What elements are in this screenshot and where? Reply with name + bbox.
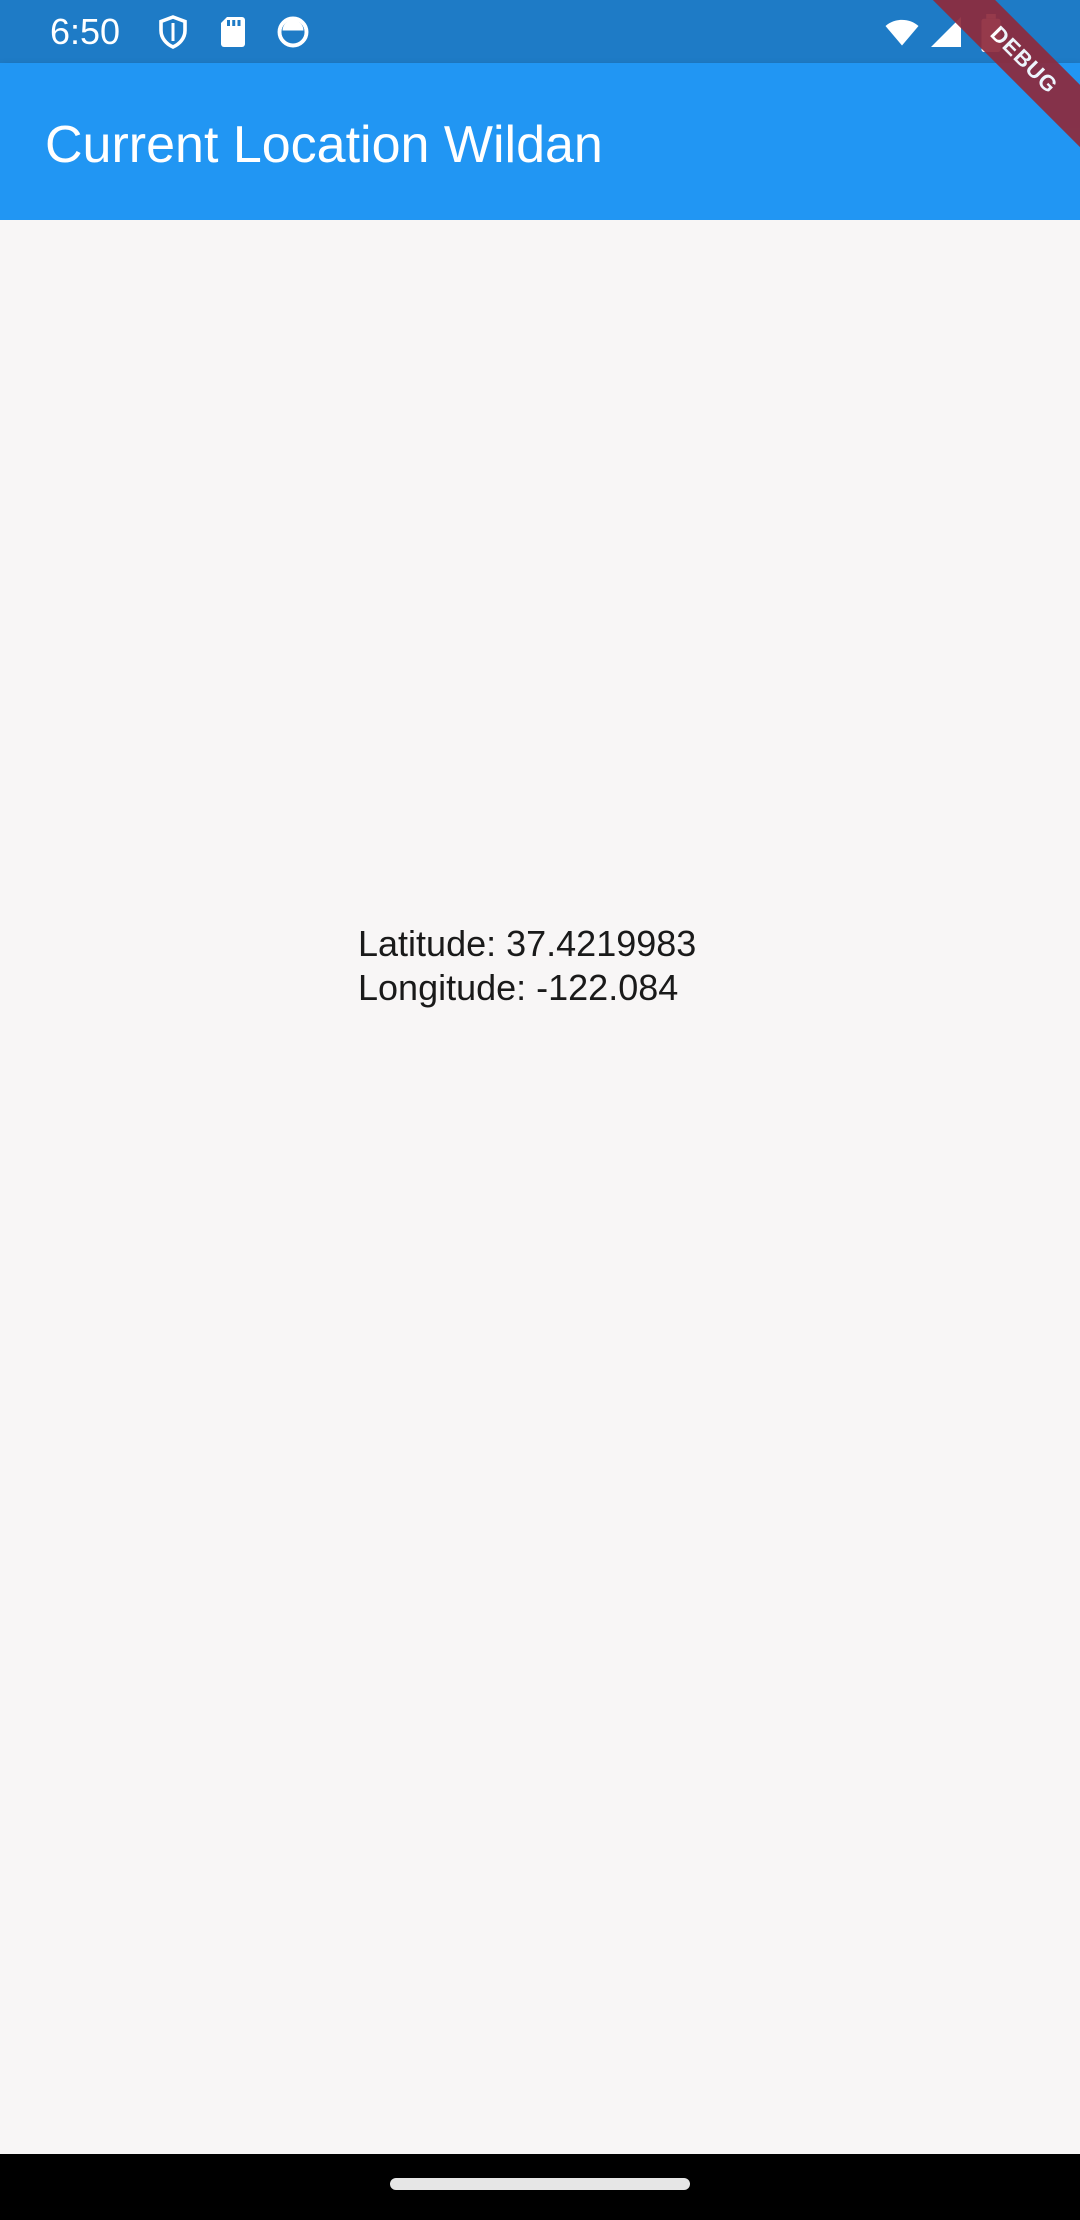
shield-icon <box>159 15 187 49</box>
main-content <box>0 220 1080 2154</box>
latitude-text: Latitude: 37.4219983 <box>358 923 697 964</box>
page-title: Current Location Wildan <box>45 116 603 174</box>
status-time: 6:50 <box>50 11 121 52</box>
debug-banner: DEBUG <box>920 0 1080 160</box>
location-readout: Latitude: 37.4219983 Longitude: -122.084 <box>358 922 696 1010</box>
navigation-bar <box>0 2154 1080 2220</box>
home-indicator[interactable] <box>390 2178 690 2190</box>
sd-card-icon <box>221 17 245 47</box>
longitude-text: Longitude: -122.084 <box>358 967 679 1008</box>
app-bar: Current Location Wildan <box>0 63 1080 220</box>
app-notification-icon <box>277 16 309 48</box>
debug-banner-label: DEBUG <box>923 0 1080 160</box>
app-screen: 6:50 Current Location Wildan DEBUG Latit… <box>0 0 1080 2220</box>
wifi-icon <box>885 19 919 46</box>
status-bar: 6:50 <box>0 0 1080 63</box>
